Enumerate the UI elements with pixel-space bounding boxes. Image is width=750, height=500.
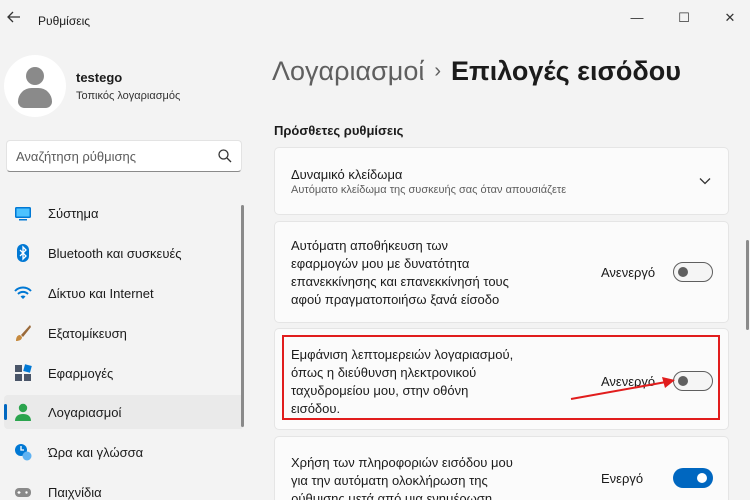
page-title: Επιλογές εισόδου — [451, 56, 682, 86]
avatar[interactable] — [4, 55, 66, 117]
sidebar-item-time-language[interactable]: Ώρα και γλώσσα — [4, 435, 244, 469]
sidebar-item-apps[interactable]: Εφαρμογές — [4, 356, 244, 390]
avatar-body-icon — [18, 88, 52, 108]
search-placeholder: Αναζήτηση ρύθμισης — [16, 149, 137, 164]
account-type: Τοπικός λογαριασμός — [76, 90, 181, 102]
toggle-knob — [697, 473, 707, 483]
setting-text-line: εφαρμογών μου με δυνατότητα — [291, 256, 470, 271]
search-input[interactable]: Αναζήτηση ρύθμισης — [6, 140, 242, 172]
content-scrollbar[interactable] — [746, 240, 749, 330]
sign-in-info-card: Χρήση των πληροφοριών εισόδου μου για τη… — [274, 436, 729, 500]
maximize-button[interactable]: ☐ — [672, 6, 696, 30]
sidebar-item-label: Εφαρμογές — [48, 366, 114, 381]
close-button[interactable]: ✕ — [718, 6, 742, 30]
wifi-icon — [14, 284, 32, 302]
restart-apps-card: Αυτόματη αποθήκευση των εφαρμογών μου με… — [274, 221, 729, 323]
sidebar-item-personalization[interactable]: Εξατομίκευση — [4, 316, 244, 350]
sidebar-item-label: Bluetooth και συσκευές — [48, 246, 182, 261]
section-title: Πρόσθετες ρυθμίσεις — [274, 123, 404, 138]
setting-text-line: αφού πραγματοποιήσω ξανά είσοδο — [291, 292, 500, 307]
apps-icon — [14, 364, 32, 382]
chevron-down-icon[interactable] — [698, 174, 712, 193]
sidebar-item-label: Λογαριασμοί — [48, 405, 122, 420]
search-icon[interactable] — [217, 148, 233, 164]
setting-subtitle: Αυτόματο κλείδωμα της συσκευής σας όταν … — [291, 184, 567, 196]
avatar-head-icon — [26, 67, 44, 85]
sign-in-info-toggle[interactable] — [673, 468, 713, 488]
sidebar-item-label: Εξατομίκευση — [48, 326, 127, 341]
breadcrumb-parent[interactable]: Λογαριασμοί — [272, 56, 424, 86]
setting-text-line: Αυτόματη αποθήκευση των — [291, 238, 448, 253]
sidebar-item-accounts[interactable]: Λογαριασμοί — [4, 395, 244, 429]
toggle-state-label: Ενεργό — [601, 471, 644, 486]
breadcrumb-separator-icon: › — [434, 60, 442, 82]
sidebar-item-network[interactable]: Δίκτυο και Internet — [4, 276, 244, 310]
brush-icon — [14, 324, 32, 342]
restart-apps-toggle[interactable] — [673, 262, 713, 282]
setting-text-line: για την αυτόματη ολοκλήρωση της — [291, 473, 488, 488]
active-indicator — [4, 404, 7, 420]
gamepad-icon — [14, 483, 32, 500]
toggle-knob — [678, 267, 688, 277]
setting-text-line: επανεκκίνησης και επανεκκίνησή τους — [291, 274, 509, 289]
setting-title: Δυναμικό κλείδωμα — [291, 167, 403, 182]
account-icon — [14, 403, 32, 421]
sidebar-item-system[interactable]: Σύστημα — [4, 196, 244, 230]
dynamic-lock-card[interactable]: Δυναμικό κλείδωμα Αυτόματο κλείδωμα της … — [274, 147, 729, 215]
setting-text-line: ρύθμισης μετά από μια ενημέρωση — [291, 491, 493, 500]
sidebar-item-label: Σύστημα — [48, 206, 99, 221]
system-icon — [14, 204, 32, 222]
annotation-arrow-icon — [570, 377, 675, 400]
user-name: testego — [76, 70, 123, 85]
sidebar-item-gaming[interactable]: Παιχνίδια — [4, 475, 244, 500]
setting-text-line: Χρήση των πληροφοριών εισόδου μου — [291, 455, 513, 470]
bluetooth-icon — [14, 244, 32, 262]
breadcrumb: Λογαριασμοί › Επιλογές εισόδου — [272, 56, 681, 87]
title-bar: Ρυθμίσεις — ☐ ✕ — [0, 0, 750, 40]
sidebar-scrollbar[interactable] — [241, 205, 244, 427]
minimize-button[interactable]: — — [625, 6, 649, 30]
sidebar-item-label: Ώρα και γλώσσα — [48, 445, 144, 460]
toggle-state-label: Ανενεργό — [601, 265, 656, 280]
sidebar-item-bluetooth[interactable]: Bluetooth και συσκευές — [4, 236, 244, 270]
app-title: Ρυθμίσεις — [38, 14, 91, 28]
sidebar-item-label: Παιχνίδια — [48, 485, 102, 500]
back-arrow-icon[interactable] — [4, 8, 24, 32]
sidebar-item-label: Δίκτυο και Internet — [48, 286, 154, 301]
clock-globe-icon — [14, 443, 32, 461]
